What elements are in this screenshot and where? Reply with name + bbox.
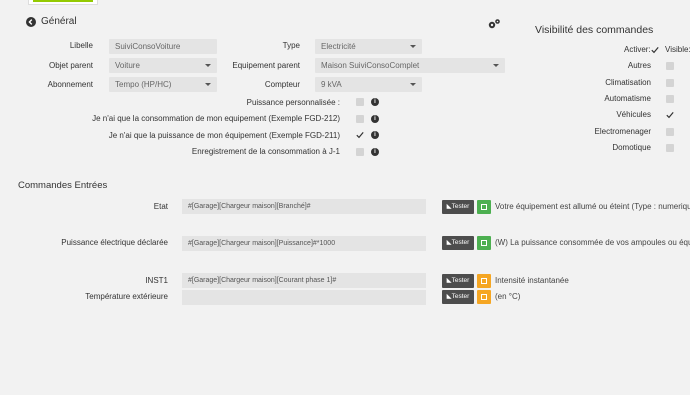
vis-item-climatisation-label: Climatisation: [605, 78, 651, 87]
enregistrement-label: Enregistrement de la consommation à J-1: [191, 147, 340, 156]
vis-item-automatisme-label: Automatisme: [604, 94, 651, 103]
config-button[interactable]: [477, 274, 491, 288]
command-label: Puissance électrique déclarée: [61, 238, 168, 247]
command-label: INST1: [145, 276, 168, 285]
tester-label: Tester: [451, 239, 470, 246]
visible-label: Visible:: [665, 45, 690, 54]
equipement-parent-label: Equipement parent: [232, 61, 300, 70]
vis-item-autres-checkbox[interactable]: [666, 62, 674, 70]
vis-item-vehicules-label: Véhicules: [616, 110, 651, 119]
command-label: Température extérieure: [85, 292, 168, 301]
list-icon: [481, 278, 487, 284]
active-tab[interactable]: [28, 0, 98, 5]
top-tab-bar: [0, 0, 690, 5]
objet-parent-label: Objet parent: [48, 61, 93, 70]
config-button[interactable]: [477, 200, 491, 214]
command-description: (W) La puissance consommée de vos ampoul…: [495, 238, 690, 247]
back-label: Général: [41, 16, 77, 27]
vis-item-domotique-label: Domotique: [612, 143, 651, 152]
objet-parent-select[interactable]: Voiture: [109, 58, 217, 73]
conso-equip-checkbox[interactable]: [356, 115, 364, 123]
command-description: (en °C): [495, 292, 521, 301]
vis-item-domotique-checkbox[interactable]: [666, 144, 674, 152]
vis-item-climatisation-checkbox[interactable]: [666, 79, 674, 87]
command-input[interactable]: [182, 290, 426, 305]
command-description: Votre équipement est allumé ou éteint (T…: [495, 202, 690, 211]
conso-equip-label: Je n'ai que la consommation de mon equip…: [92, 114, 340, 123]
libelle-label: Libelle: [69, 41, 93, 50]
list-icon: [481, 204, 487, 210]
equipement-parent-select[interactable]: Maison SuiviConsoComplet: [315, 58, 505, 73]
vis-item-electromenager-label: Electromenager: [594, 127, 651, 136]
tester-label: Tester: [451, 277, 470, 284]
info-icon: i: [371, 148, 379, 156]
type-select[interactable]: Electricité: [315, 39, 422, 54]
vis-item-autres-label: Autres: [627, 61, 651, 70]
tester-label: Tester: [451, 293, 470, 300]
vis-item-automatisme-checkbox[interactable]: [666, 95, 674, 103]
activer-check-icon[interactable]: [651, 46, 659, 54]
arrow-left-circle-icon: [26, 16, 36, 27]
puissance-perso-label: Puissance personnalisée :: [246, 98, 340, 107]
tester-button[interactable]: ◣Tester: [442, 200, 474, 214]
config-button[interactable]: [477, 236, 491, 250]
abonnement-label: Abonnement: [47, 80, 93, 89]
tester-button[interactable]: ◣Tester: [442, 274, 474, 288]
commands-title: Commandes Entrées: [18, 180, 108, 191]
compteur-label: Compteur: [264, 80, 300, 89]
compteur-select[interactable]: 9 kVA: [315, 77, 422, 92]
list-icon: [481, 294, 487, 300]
abonnement-select[interactable]: Tempo (HP/HC): [109, 77, 217, 92]
command-input[interactable]: #[Garage][Chargeur maison][Courant phase…: [182, 273, 426, 288]
tester-button[interactable]: ◣Tester: [442, 236, 474, 250]
info-icon: i: [371, 115, 379, 123]
tab-accent: [33, 0, 93, 2]
puissance-equip-label: Je n'ai que la puissance de mon équipeme…: [108, 131, 340, 140]
type-label: Type: [282, 41, 300, 50]
back-link[interactable]: Général: [26, 16, 77, 27]
info-icon: i: [371, 131, 379, 139]
info-icon: i: [371, 98, 379, 106]
vis-item-vehicules-check-icon[interactable]: [666, 111, 674, 119]
tester-button[interactable]: ◣Tester: [442, 290, 474, 304]
command-input[interactable]: #[Garage][Chargeur maison][Puissance]#*1…: [182, 236, 426, 251]
visibility-title: Visibilité des commandes: [535, 24, 654, 36]
command-description: Intensité instantanée: [495, 276, 569, 285]
puissance-equip-check-icon[interactable]: [356, 131, 364, 139]
vis-item-electromenager-checkbox[interactable]: [666, 128, 674, 136]
config-button[interactable]: [477, 290, 491, 304]
gears-icon[interactable]: [487, 18, 501, 30]
enregistrement-checkbox[interactable]: [356, 148, 364, 156]
puissance-perso-checkbox[interactable]: [356, 98, 364, 106]
tester-label: Tester: [451, 203, 470, 210]
activer-label: Activer:: [624, 45, 651, 54]
list-icon: [481, 240, 487, 246]
command-label: Etat: [153, 202, 168, 211]
libelle-input[interactable]: SuiviConsoVoiture: [109, 39, 217, 54]
command-input[interactable]: #[Garage][Chargeur maison][Branché]#: [182, 199, 426, 214]
